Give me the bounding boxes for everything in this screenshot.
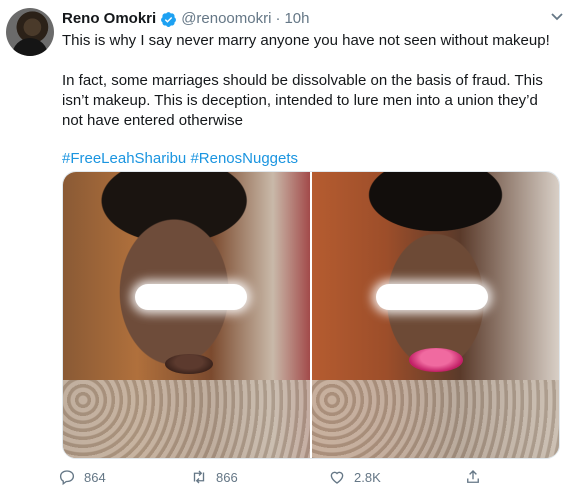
retweet-button[interactable]: 866: [190, 468, 238, 486]
avatar-figure: [12, 38, 48, 56]
share-icon: [467, 470, 479, 483]
tweet-text-paragraph: In fact, some marriages should be dissol…: [62, 72, 543, 129]
avatar[interactable]: [6, 8, 54, 56]
reply-count: 864: [84, 469, 106, 485]
tweet[interactable]: Reno Omokri @renoomokri · 10h This is wh…: [0, 0, 574, 495]
eye-censor-bar: [135, 284, 247, 310]
tweet-text: This is why I say never marry anyone you…: [62, 31, 562, 169]
lace-garment: [63, 380, 310, 458]
reply-icon: [59, 470, 75, 486]
like-count: 2.8K: [354, 469, 381, 485]
eye-censor-bar: [376, 284, 488, 310]
share-button[interactable]: [464, 468, 482, 486]
action-bar: 864 866 2.8K: [58, 468, 518, 490]
author-handle[interactable]: @renoomokri: [181, 9, 271, 29]
lips: [164, 354, 213, 374]
timestamp[interactable]: 10h: [284, 9, 309, 29]
hashtag-link[interactable]: #FreeLeahSharibu: [62, 150, 186, 167]
reply-button[interactable]: 864: [58, 468, 106, 486]
lace-garment: [312, 380, 559, 458]
separator-dot: ·: [275, 10, 281, 27]
lips: [408, 348, 463, 372]
chevron-down-icon[interactable]: [550, 12, 564, 22]
hashtag-link[interactable]: #RenosNuggets: [190, 150, 298, 167]
verified-badge-icon: [161, 11, 177, 27]
hashtag-line: #FreeLeahSharibu #RenosNuggets: [62, 149, 562, 169]
retweet-icon: [193, 470, 205, 484]
media-grid: [62, 171, 560, 459]
retweet-count: 866: [216, 469, 238, 485]
photo-after[interactable]: [312, 172, 559, 458]
photo-before[interactable]: [63, 172, 310, 458]
tweet-header: Reno Omokri @renoomokri · 10h: [62, 9, 544, 29]
heart-icon: [330, 471, 344, 484]
like-button[interactable]: 2.8K: [328, 468, 381, 486]
tweet-text-line1: This is why I say never marry anyone you…: [62, 32, 550, 49]
author-name[interactable]: Reno Omokri: [62, 9, 156, 29]
